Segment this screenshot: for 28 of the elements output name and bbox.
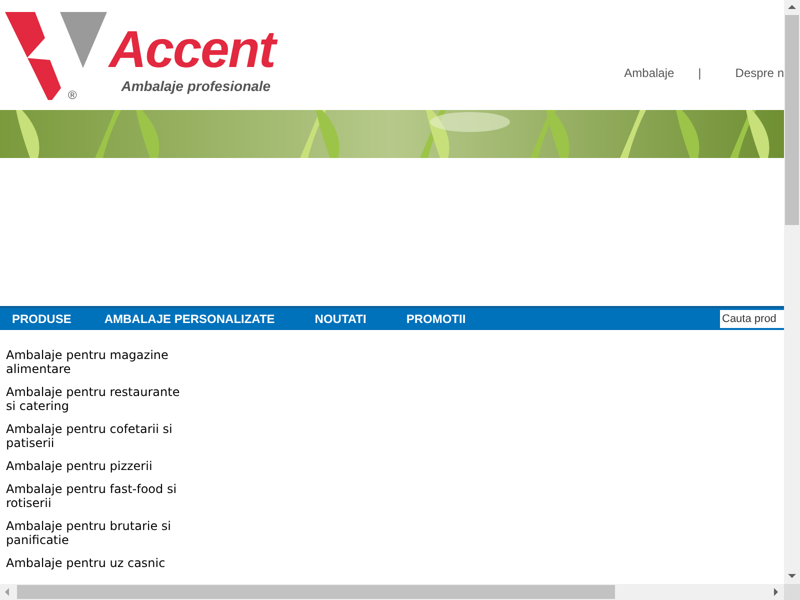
search-field[interactable]: Cauta prod (720, 310, 784, 328)
logo-wordmark: Accent (109, 22, 275, 78)
scroll-right-icon[interactable] (774, 588, 778, 596)
category-link[interactable]: Ambalaje pentru fast-food si rotiserii (6, 482, 180, 510)
vertical-scrollbar[interactable] (784, 0, 800, 584)
top-link[interactable]: Ambalaje (624, 64, 674, 82)
logo-tagline: Ambalaje profesionale (121, 77, 272, 96)
scroll-thumb[interactable] (785, 15, 799, 225)
scroll-down-icon[interactable] (788, 574, 796, 578)
separator: | (698, 65, 702, 82)
category-link[interactable]: Ambalaje pentru pizzerii (6, 459, 180, 473)
category-link[interactable]: Ambalaje pentru cofetarii si patiserii (6, 422, 180, 450)
scroll-up-icon[interactable] (788, 5, 796, 9)
nav-item[interactable]: NOUTATI (314, 310, 366, 328)
category-link[interactable]: Ambalaje pentru brutarie si panificatie (6, 519, 180, 547)
nav-item[interactable]: AMBALAJE PERSONALIZATE (104, 310, 275, 328)
nav-item[interactable]: PROMOTII (406, 310, 466, 328)
category-link[interactable]: Ambalaje pentru uz casnic (6, 556, 180, 570)
scroll-left-icon[interactable] (5, 588, 9, 596)
scrollbar-corner (784, 584, 800, 600)
horizontal-scrollbar[interactable] (0, 584, 784, 600)
nav-item[interactable]: PRODUSE (12, 310, 72, 328)
category-link[interactable]: Ambalaje pentru restaurante si catering (6, 385, 180, 413)
category-link[interactable]: Ambalaje pentru magazine alimentare (6, 348, 180, 376)
scroll-thumb[interactable] (17, 585, 615, 599)
logo-icon (5, 10, 107, 100)
registered-mark: ® (68, 87, 77, 104)
top-link[interactable]: Despre n (735, 64, 784, 82)
